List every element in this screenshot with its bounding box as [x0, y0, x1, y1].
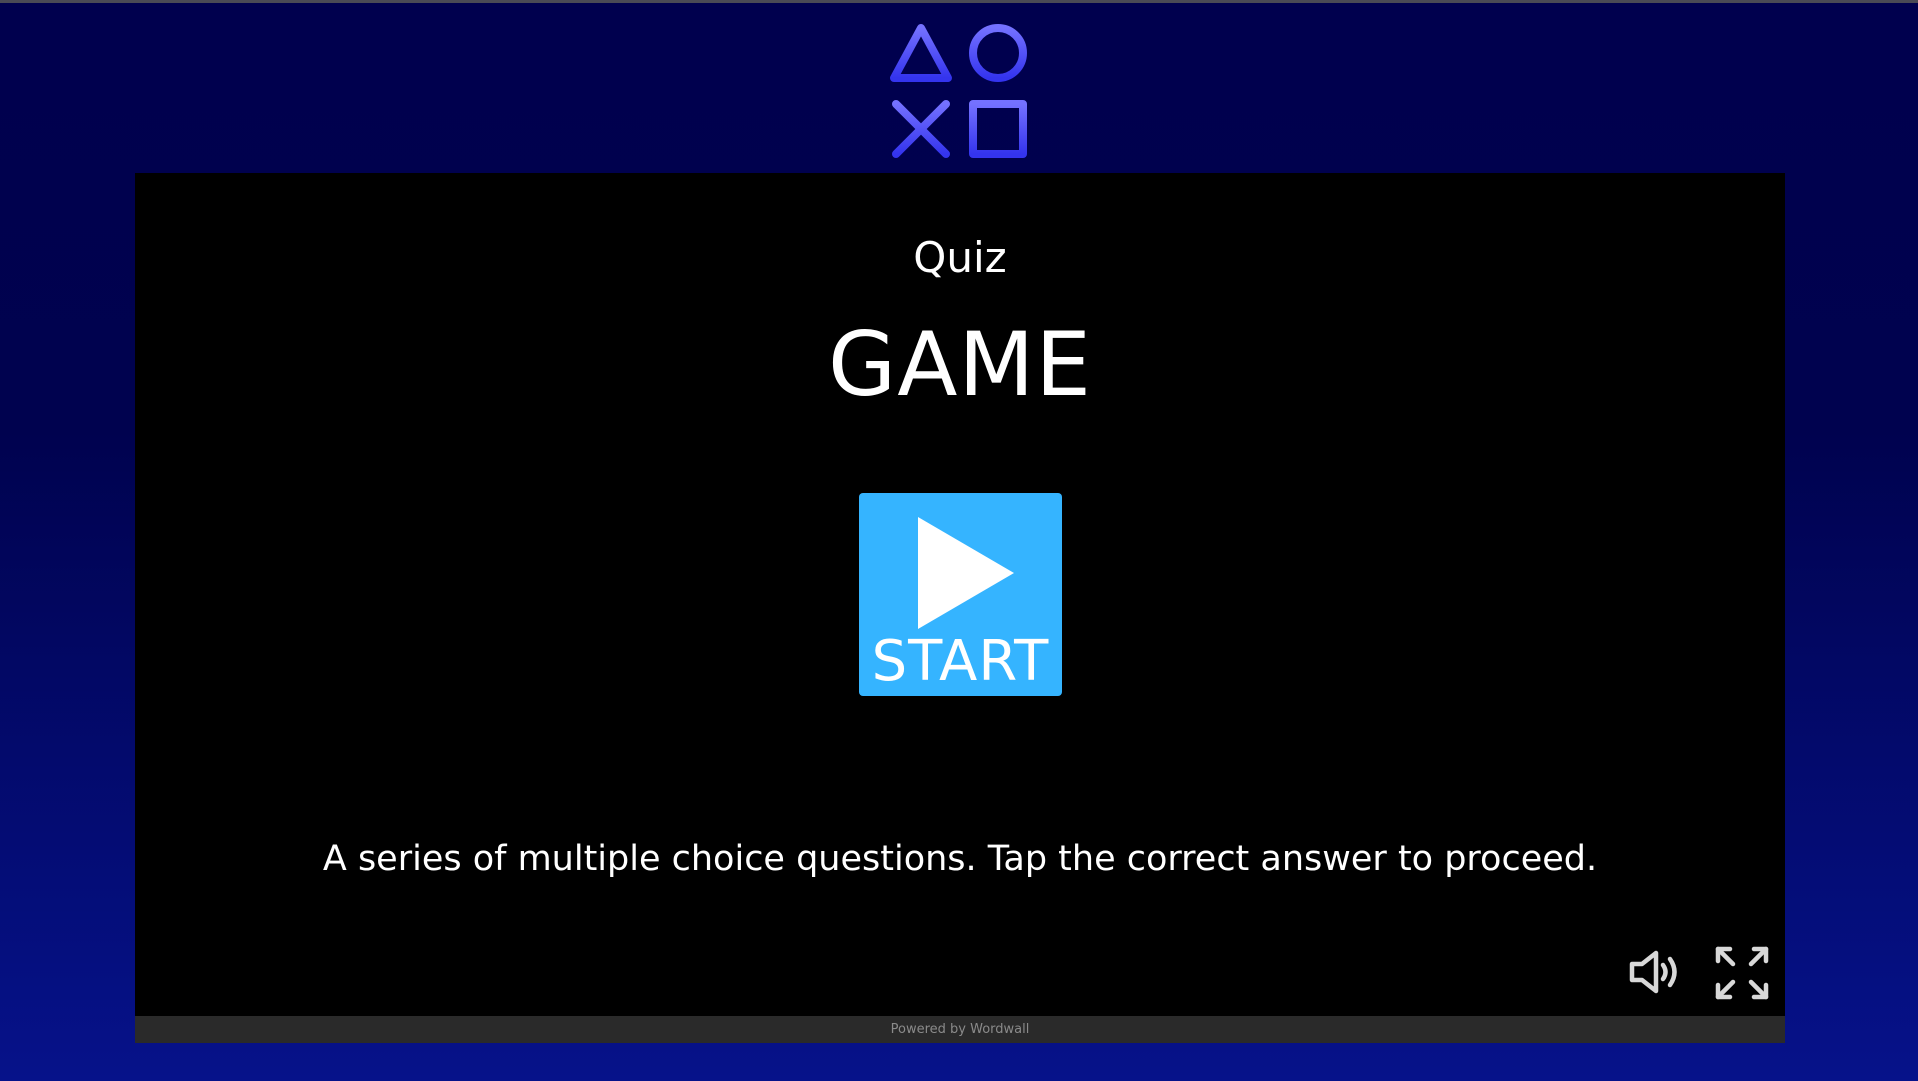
game-description: A series of multiple choice questions. T… [322, 839, 1598, 879]
start-button[interactable]: START [859, 493, 1062, 696]
circle-icon [969, 24, 1027, 82]
playstation-shapes-icon [888, 20, 1030, 162]
fullscreen-icon [1715, 946, 1769, 1000]
sound-button[interactable] [1628, 948, 1684, 996]
play-icon [918, 517, 1014, 629]
powered-by-footer[interactable]: Powered by Wordwall [135, 1016, 1785, 1043]
top-border [0, 0, 1918, 3]
triangle-icon [890, 24, 952, 82]
square-icon [969, 100, 1027, 158]
game-title: GAME [828, 313, 1092, 416]
game-subtitle: Quiz [913, 233, 1007, 282]
fullscreen-button[interactable] [1715, 946, 1769, 1000]
start-label: START [871, 629, 1050, 694]
game-stage: Quiz GAME START A series of multiple cho… [135, 173, 1785, 1016]
speaker-icon [1629, 950, 1677, 994]
